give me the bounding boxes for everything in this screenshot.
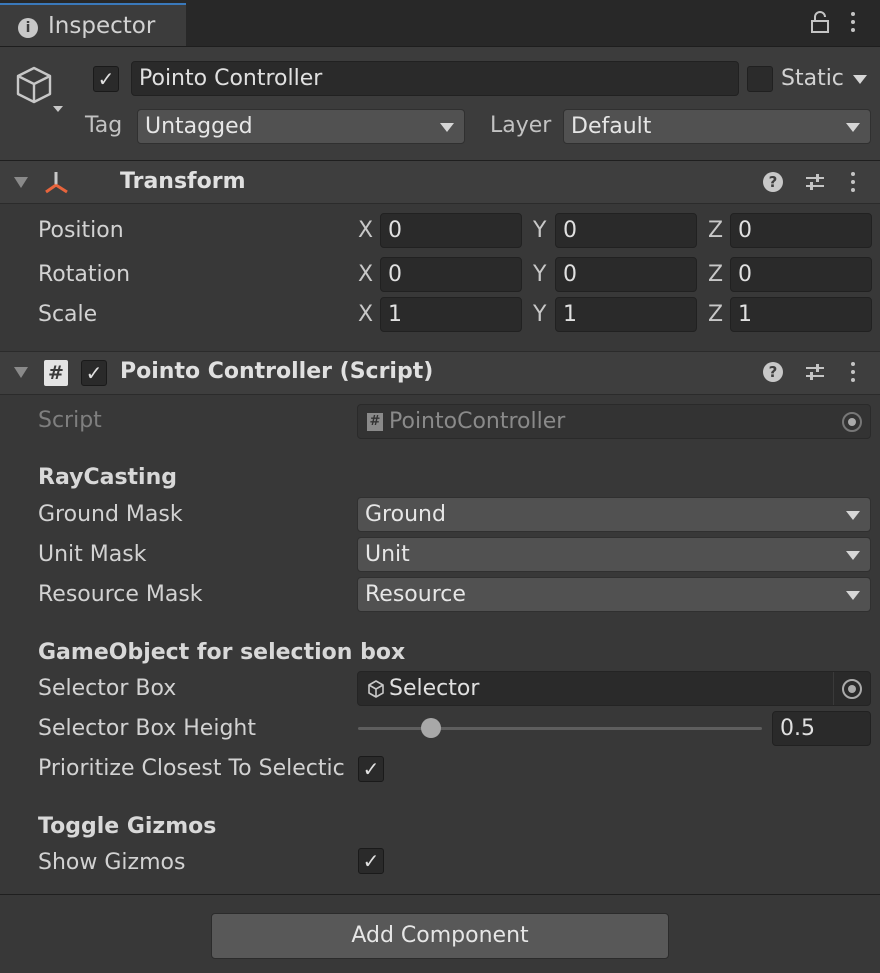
script-label: Script bbox=[38, 408, 102, 433]
add-component-button[interactable]: Add Component bbox=[211, 913, 669, 959]
cube-icon[interactable] bbox=[14, 64, 66, 114]
position-z-field[interactable]: 0 bbox=[730, 213, 872, 248]
prioritize-label: Prioritize Closest To Selectic bbox=[38, 756, 345, 781]
cube-icon bbox=[368, 680, 384, 698]
position-y-field[interactable]: 0 bbox=[555, 213, 697, 248]
chevron-down-icon bbox=[846, 590, 860, 600]
static-checkbox[interactable] bbox=[747, 66, 773, 92]
position-x-value: 0 bbox=[388, 218, 402, 243]
gameobject-name-value: Pointo Controller bbox=[139, 66, 323, 91]
show-gizmos-label: Show Gizmos bbox=[38, 850, 186, 875]
layer-value: Default bbox=[571, 114, 652, 139]
resource-mask-dropdown[interactable]: Resource bbox=[357, 577, 871, 612]
unit-mask-label: Unit Mask bbox=[38, 542, 147, 567]
rotation-y-field[interactable]: 0 bbox=[555, 257, 697, 292]
ground-mask-value: Ground bbox=[365, 502, 446, 527]
position-y-axis[interactable]: Y bbox=[533, 218, 546, 243]
static-dropdown-icon[interactable] bbox=[853, 75, 867, 84]
info-icon: i bbox=[18, 18, 38, 38]
resource-mask-label: Resource Mask bbox=[38, 582, 203, 607]
selector-height-slider[interactable] bbox=[358, 727, 762, 730]
position-z-axis[interactable]: Z bbox=[708, 218, 723, 243]
rotation-x-field[interactable]: 0 bbox=[380, 257, 522, 292]
object-picker-icon bbox=[842, 411, 862, 432]
script-value: PointoController bbox=[389, 409, 566, 434]
scale-label: Scale bbox=[38, 302, 98, 327]
show-gizmos-checkbox[interactable]: ✓ bbox=[358, 848, 384, 874]
scale-z-axis[interactable]: Z bbox=[708, 302, 723, 327]
gameobject-name-field[interactable]: Pointo Controller bbox=[131, 61, 739, 96]
unit-mask-dropdown[interactable]: Unit bbox=[357, 537, 871, 572]
tab-inspector[interactable]: i Inspector bbox=[0, 3, 186, 46]
prioritize-checkbox[interactable]: ✓ bbox=[358, 756, 384, 782]
tab-label: Inspector bbox=[48, 13, 156, 39]
transform-foldout-icon[interactable] bbox=[14, 177, 28, 188]
rotation-x-value: 0 bbox=[388, 262, 402, 287]
script-foldout-icon[interactable] bbox=[14, 367, 28, 378]
rotation-y-axis[interactable]: Y bbox=[533, 262, 546, 287]
position-z-value: 0 bbox=[738, 218, 752, 243]
selector-box-field[interactable]: Selector bbox=[357, 671, 871, 706]
preset-icon[interactable] bbox=[804, 172, 826, 192]
selector-height-field[interactable]: 0.5 bbox=[772, 711, 871, 746]
scale-x-value: 1 bbox=[388, 302, 402, 327]
selector-box-value: Selector bbox=[389, 676, 480, 701]
tag-label: Tag bbox=[85, 113, 123, 138]
layer-dropdown[interactable]: Default bbox=[563, 109, 871, 144]
active-checkbox[interactable]: ✓ bbox=[93, 66, 119, 92]
scale-y-axis[interactable]: Y bbox=[533, 302, 546, 327]
script-object-field: # PointoController bbox=[357, 404, 871, 439]
help-icon[interactable]: ? bbox=[763, 172, 783, 192]
selection-header: GameObject for selection box bbox=[38, 640, 406, 665]
tag-dropdown[interactable]: Untagged bbox=[137, 109, 465, 144]
scale-x-field[interactable]: 1 bbox=[380, 297, 522, 332]
object-picker-icon bbox=[842, 678, 862, 699]
transform-title: Transform bbox=[120, 169, 246, 194]
script-enabled-checkbox[interactable]: ✓ bbox=[81, 360, 107, 386]
rotation-z-field[interactable]: 0 bbox=[730, 257, 872, 292]
scale-z-value: 1 bbox=[738, 302, 752, 327]
chevron-down-icon bbox=[846, 550, 860, 560]
chevron-down-icon bbox=[846, 122, 860, 132]
script-file-icon: # bbox=[367, 413, 383, 431]
selector-box-label: Selector Box bbox=[38, 676, 177, 701]
script-file-icon: # bbox=[44, 360, 68, 386]
resource-mask-value: Resource bbox=[365, 582, 466, 607]
position-x-field[interactable]: 0 bbox=[380, 213, 522, 248]
layer-label: Layer bbox=[490, 113, 552, 138]
preset-icon[interactable] bbox=[804, 362, 826, 382]
scale-y-field[interactable]: 1 bbox=[555, 297, 697, 332]
scale-x-axis[interactable]: X bbox=[358, 302, 373, 327]
gizmos-header: Toggle Gizmos bbox=[38, 814, 217, 839]
script-menu-icon[interactable] bbox=[850, 362, 856, 384]
static-label[interactable]: Static bbox=[781, 66, 844, 91]
position-label: Position bbox=[38, 218, 124, 243]
tag-value: Untagged bbox=[145, 114, 253, 139]
unit-mask-value: Unit bbox=[365, 542, 410, 567]
scale-y-value: 1 bbox=[563, 302, 577, 327]
ground-mask-dropdown[interactable]: Ground bbox=[357, 497, 871, 532]
rotation-x-axis[interactable]: X bbox=[358, 262, 373, 287]
lock-icon[interactable] bbox=[809, 11, 831, 33]
transform-menu-icon[interactable] bbox=[850, 172, 856, 194]
position-y-value: 0 bbox=[563, 218, 577, 243]
rotation-z-value: 0 bbox=[738, 262, 752, 287]
selector-height-label: Selector Box Height bbox=[38, 716, 256, 741]
rotation-z-axis[interactable]: Z bbox=[708, 262, 723, 287]
help-icon[interactable]: ? bbox=[763, 362, 783, 382]
transform-icon bbox=[45, 172, 68, 194]
rotation-label: Rotation bbox=[38, 262, 131, 287]
selector-height-value: 0.5 bbox=[780, 716, 815, 741]
chevron-down-icon bbox=[440, 122, 454, 132]
position-x-axis[interactable]: X bbox=[358, 218, 373, 243]
scale-z-field[interactable]: 1 bbox=[730, 297, 872, 332]
raycasting-header: RayCasting bbox=[38, 465, 178, 490]
tab-menu-icon[interactable] bbox=[850, 12, 856, 34]
chevron-down-icon bbox=[846, 510, 860, 520]
rotation-y-value: 0 bbox=[563, 262, 577, 287]
script-component-title: Pointo Controller (Script) bbox=[120, 359, 434, 384]
slider-thumb[interactable] bbox=[420, 718, 441, 738]
ground-mask-label: Ground Mask bbox=[38, 502, 183, 527]
